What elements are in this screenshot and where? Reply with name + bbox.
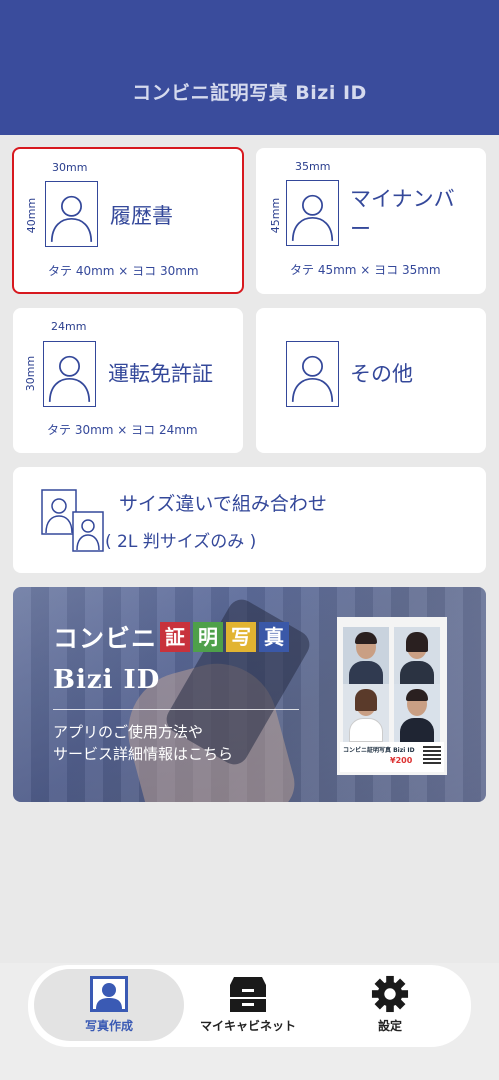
card-drivers-license[interactable]: 24mm 30mm 運転免許証 タテ 30mm × ヨコ 24mm: [13, 308, 243, 453]
tab-photo-create[interactable]: 写真作成: [59, 975, 159, 1034]
card-resume[interactable]: 30mm 40mm 履歴書 タテ 40mm × ヨコ 30mm: [12, 147, 244, 294]
sample-footer: コンビニ証明写真 Bizi ID ¥200: [340, 742, 444, 772]
sample-print-image: コンビニ証明写真 Bizi ID ¥200: [337, 617, 447, 775]
card-label: 履歴書: [110, 204, 173, 228]
combo-portraits-icon: [41, 489, 105, 553]
banner-brand: コンビニ 証 明 写 真: [53, 619, 290, 655]
gear-icon: [370, 975, 410, 1013]
sample-photo: [394, 684, 440, 742]
card-size: タテ 45mm × ヨコ 35mm: [290, 263, 441, 277]
banner-description: アプリのご使用方法や サービス詳細情報はこちら: [53, 721, 233, 765]
combo-title: サイズ違いで組み合わせ: [119, 493, 327, 515]
card-label: その他: [350, 362, 413, 386]
brand-prefix: コンビニ: [53, 624, 158, 653]
tab-label: 設定: [377, 1019, 402, 1033]
tab-label: マイキャビネット: [199, 1019, 296, 1033]
brand-char: 証: [160, 622, 191, 652]
banner-desc-line: サービス詳細情報はこちら: [53, 745, 234, 763]
banner-desc-line: アプリのご使用方法や: [53, 723, 204, 741]
height-label: 30mm: [24, 355, 38, 392]
card-label: マイナンバー: [350, 187, 455, 241]
tab-my-cabinet[interactable]: マイキャビネット: [193, 975, 303, 1034]
qr-code-icon: [423, 746, 441, 764]
portrait-icon: [89, 975, 129, 1013]
card-size: タテ 40mm × ヨコ 30mm: [48, 264, 199, 278]
banner-product: Bizi ID: [53, 665, 161, 695]
brand-char: 真: [259, 622, 290, 652]
sample-photo: [343, 684, 389, 742]
card-combination[interactable]: サイズ違いで組み合わせ ( 2L 判サイズのみ ): [13, 467, 486, 573]
banner-divider: [53, 709, 299, 710]
card-my-number[interactable]: 35mm 45mm マイナンバー タテ 45mm × ヨコ 35mm: [256, 148, 486, 294]
portrait-icon: [43, 341, 96, 407]
portrait-icon: [286, 180, 339, 246]
sample-photo: [343, 627, 389, 685]
sample-price: ¥200: [390, 756, 413, 765]
card-label: 運転免許証: [108, 362, 213, 386]
brand-char: 明: [193, 622, 224, 652]
width-label: 30mm: [52, 161, 88, 174]
sample-logo: コンビニ証明写真 Bizi ID: [343, 747, 415, 754]
card-other[interactable]: その他: [256, 308, 486, 453]
width-label: 24mm: [51, 320, 87, 333]
portrait-icon: [45, 181, 98, 247]
height-label: 40mm: [25, 197, 39, 234]
portrait-icon: [286, 341, 339, 407]
combo-subtitle: ( 2L 判サイズのみ ): [105, 532, 257, 552]
card-size: タテ 30mm × ヨコ 24mm: [47, 423, 198, 437]
app-title: コンビニ証明写真 Bizi ID: [132, 82, 367, 104]
brand-char: 写: [226, 622, 257, 652]
tab-label: 写真作成: [84, 1019, 133, 1033]
app-header: コンビニ証明写真 Bizi ID: [0, 0, 499, 135]
tab-settings[interactable]: 設定: [350, 975, 430, 1034]
info-banner[interactable]: コンビニ 証 明 写 真 Bizi ID アプリのご使用方法や サービス詳細情報…: [13, 587, 486, 802]
height-label: 45mm: [269, 197, 283, 234]
sample-photo: [394, 627, 440, 685]
cabinet-icon: [228, 975, 268, 1013]
width-label: 35mm: [295, 160, 331, 173]
